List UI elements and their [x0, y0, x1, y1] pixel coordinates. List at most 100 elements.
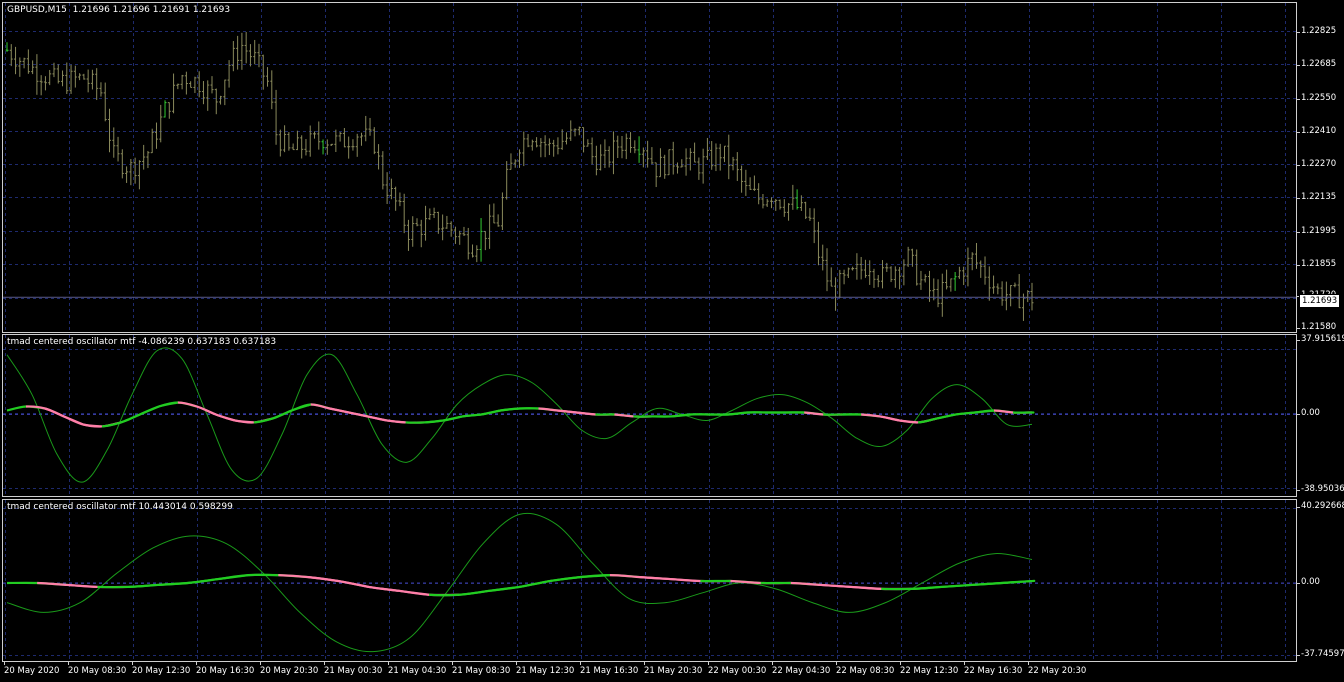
ohlc-bar — [539, 138, 543, 158]
ohlc-bar — [406, 219, 410, 251]
ohlc-bar — [547, 138, 551, 156]
ohlc-bar — [334, 129, 338, 153]
price-pane[interactable]: GBPUSD,M15 1.21696 1.21696 1.21691 1.216… — [2, 2, 1297, 333]
ohlc-bar — [586, 139, 590, 147]
ohlc-bar — [176, 83, 180, 90]
ohlc-bar — [65, 62, 69, 94]
ohlc-bar — [650, 147, 654, 165]
ohlc-bar — [492, 203, 496, 224]
ohlc-bar — [637, 136, 641, 163]
price-tick-label: 1.22410 — [1296, 126, 1337, 136]
ohlc-bar — [859, 256, 863, 280]
ohlc-bar — [723, 145, 726, 163]
ohlc-bar — [419, 219, 423, 248]
ohlc-bar — [949, 278, 953, 292]
ohlc-bar — [287, 132, 291, 151]
ohlc-bar — [633, 140, 637, 154]
ohlc-bar — [518, 149, 521, 168]
oscillator-pane-2[interactable]: tmad centered oscillator mtf 10.443014 0… — [2, 499, 1297, 662]
ohlc-bar — [35, 54, 39, 95]
ohlc-bar — [120, 149, 124, 179]
oscillator-2-tick-label: -37.74597 — [1297, 649, 1344, 659]
price-tick-label: 1.22135 — [1296, 192, 1337, 202]
ohlc-bar — [1004, 281, 1008, 311]
ohlc-bar — [744, 169, 748, 196]
ohlc-bar — [693, 142, 697, 163]
oscillator-1-tick-label: 0.00 — [1297, 408, 1320, 418]
ohlc-bar — [846, 267, 850, 279]
ohlc-bar — [829, 267, 833, 287]
ohlc-bar — [313, 131, 316, 139]
time-tick-label: 21 May 16:30 — [580, 662, 639, 676]
ohlc-bar — [543, 135, 547, 158]
ohlc-bar — [522, 131, 526, 167]
ohlc-bar — [718, 143, 722, 171]
current-price-tag: 1.21693 — [1299, 294, 1341, 308]
oscillator-pane-1[interactable]: tmad centered oscillator mtf -4.086239 0… — [2, 334, 1297, 497]
ohlc-bar — [321, 139, 325, 155]
ohlc-bar — [253, 39, 257, 65]
ohlc-bar — [812, 208, 816, 244]
ohlc-bar — [9, 44, 13, 67]
ohlc-bar — [577, 126, 581, 136]
ohlc-bar — [667, 149, 671, 176]
ohlc-bar — [214, 88, 218, 115]
ohlc-bar — [769, 197, 773, 209]
ohlc-bar — [159, 104, 163, 143]
oscillator-1-tick-label: 37.915619 — [1297, 334, 1344, 344]
ohlc-bar — [368, 117, 372, 136]
ohlc-bar — [163, 100, 167, 118]
ohlc-bar — [14, 46, 18, 75]
time-tick-label: 22 May 16:30 — [964, 662, 1023, 676]
price-axis[interactable]: 1.22825 1.22685 1.22550 1.22410 1.22270 1.221… — [1296, 0, 1344, 662]
ohlc-bar — [61, 70, 65, 87]
ohlc-bar — [197, 71, 201, 98]
ohlc-bar — [915, 249, 919, 286]
ohlc-bar — [513, 159, 517, 168]
oscillator-thin-line — [6, 347, 1033, 483]
ohlc-bar — [475, 245, 479, 263]
time-axis[interactable]: 20 May 2020 20 May 08:30 20 May 12:30 20 Ma… — [0, 662, 1344, 682]
ohlc-bar — [855, 253, 859, 280]
ohlc-bar — [56, 64, 60, 84]
ohlc-bar — [646, 140, 650, 168]
ohlc-bar — [526, 133, 530, 148]
ohlc-bar — [69, 64, 73, 94]
ohlc-bar — [804, 201, 808, 219]
ohlc-bar — [945, 269, 949, 290]
ohlc-bar — [206, 80, 210, 111]
ohlc-bar — [782, 199, 786, 217]
ohlc-bar — [330, 143, 334, 146]
ohlc-bar — [359, 132, 363, 146]
ohlc-bar — [505, 161, 509, 200]
ohlc-bar — [940, 273, 944, 317]
ohlc-bar — [816, 221, 820, 266]
ohlc-bar — [201, 81, 205, 105]
time-tick-label: 21 May 04:30 — [388, 662, 447, 676]
ohlc-bar — [962, 266, 966, 286]
ohlc-bar — [22, 57, 26, 69]
ohlc-bar — [342, 128, 346, 148]
ohlc-bar — [821, 244, 825, 271]
ohlc-bar — [466, 227, 470, 260]
ohlc-bar — [774, 199, 778, 211]
ohlc-bar — [483, 230, 487, 251]
ohlc-bar — [842, 269, 846, 285]
ohlc-bar — [599, 144, 603, 171]
ohlc-bar — [223, 79, 227, 106]
ohlc-bar — [479, 218, 483, 262]
ohlc-bar — [663, 154, 667, 179]
time-tick-label: 21 May 12:30 — [516, 662, 575, 676]
ohlc-bar — [1009, 285, 1013, 307]
ohlc-bar — [616, 135, 620, 158]
ohlc-bar — [863, 259, 867, 278]
ohlc-bar — [278, 129, 282, 157]
ohlc-bar — [488, 204, 492, 249]
ohlc-bar — [923, 274, 927, 283]
ohlc-bar — [697, 157, 701, 180]
ohlc-bar — [898, 266, 902, 290]
ohlc-bar — [876, 274, 880, 288]
ohlc-bar — [953, 272, 957, 291]
ohlc-bar — [39, 75, 43, 96]
oscillator-2-tick-label: 0.00 — [1297, 577, 1320, 587]
